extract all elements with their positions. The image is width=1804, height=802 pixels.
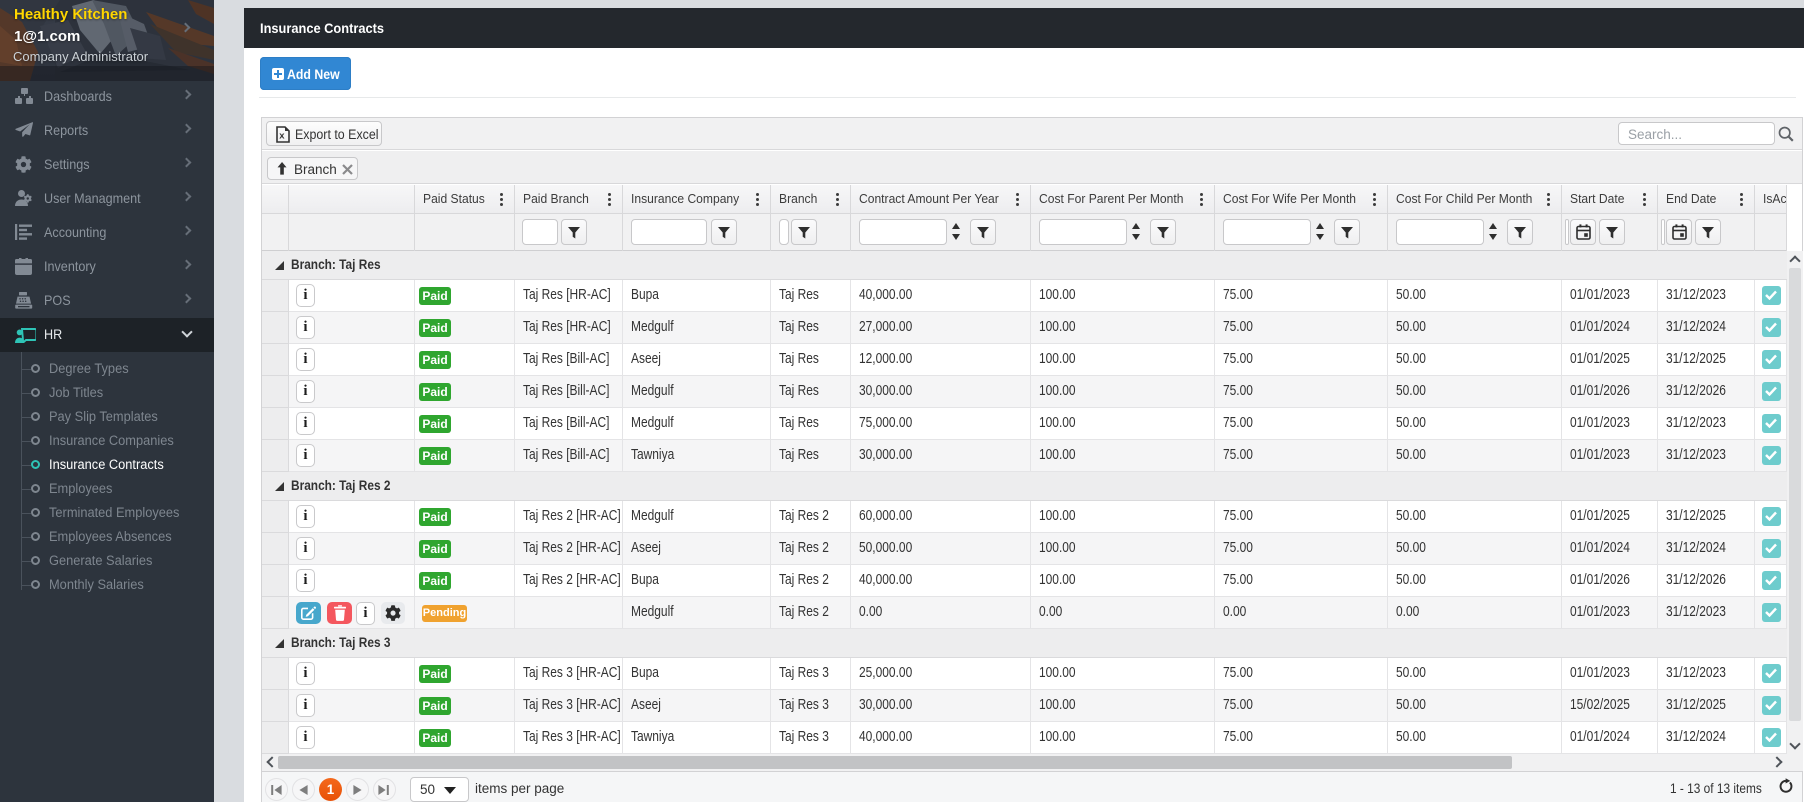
svg-text:x: x [279, 131, 285, 142]
